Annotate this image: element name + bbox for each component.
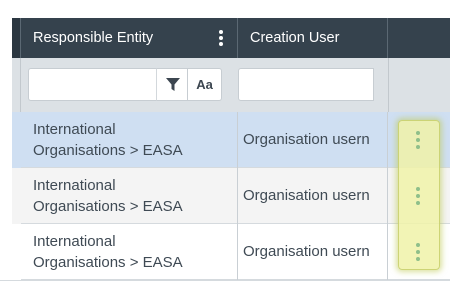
column-header-label: Creation User [250,30,340,46]
responsible-entity-cell: International Organisations > EASA [21,224,238,280]
grid-header: Responsible Entity Creation User [12,18,450,58]
row-left-edge [12,112,21,168]
entity-line2: Organisations > EASA [33,142,183,159]
filter-left-edge [12,58,21,112]
column-header-label: Responsible Entity [33,30,154,46]
creation-user-cell: Organisation usern [238,112,388,168]
entity-line1: International [33,233,116,250]
creation-user-filter-input[interactable] [238,68,374,101]
column-header-creation-user[interactable]: Creation User [238,18,388,58]
responsible-entity-cell: International Organisations > EASA [21,168,238,224]
filter-button[interactable] [156,68,188,101]
table-row[interactable]: International Organisations > EASA Organ… [12,224,450,280]
table-row[interactable]: International Organisations > EASA Organ… [12,168,450,224]
table-row[interactable]: International Organisations > EASA Organ… [12,112,450,168]
column-header-responsible-entity[interactable]: Responsible Entity [21,18,238,58]
header-left-edge [12,18,21,58]
column-header-actions [388,18,450,58]
entity-line2: Organisations > EASA [33,254,183,271]
entity-line2: Organisations > EASA [33,198,183,215]
more-vertical-icon [416,187,421,208]
data-grid: Responsible Entity Creation User Aa Inte… [0,0,450,288]
entity-line1: International [33,177,116,194]
case-sensitive-toggle[interactable]: Aa [188,68,222,101]
more-vertical-icon [416,131,421,152]
row-actions-button[interactable] [398,233,440,273]
creation-user-cell: Organisation usern [238,168,388,224]
grid-bottom [0,280,450,288]
row-actions-button[interactable] [398,177,440,217]
row-left-edge [12,168,21,224]
entity-line1: International [33,121,116,138]
column-menu-icon[interactable] [219,30,223,46]
top-strip [0,0,450,18]
creation-user-cell: Organisation usern [238,224,388,280]
responsible-entity-filter-input[interactable] [28,68,156,101]
filter-icon [166,78,180,91]
row-actions-button[interactable] [398,121,440,161]
filter-actions-cell [388,58,450,112]
more-vertical-icon [416,243,421,264]
row-left-edge [12,224,21,280]
filter-row: Aa [12,58,450,112]
responsible-entity-cell: International Organisations > EASA [21,112,238,168]
